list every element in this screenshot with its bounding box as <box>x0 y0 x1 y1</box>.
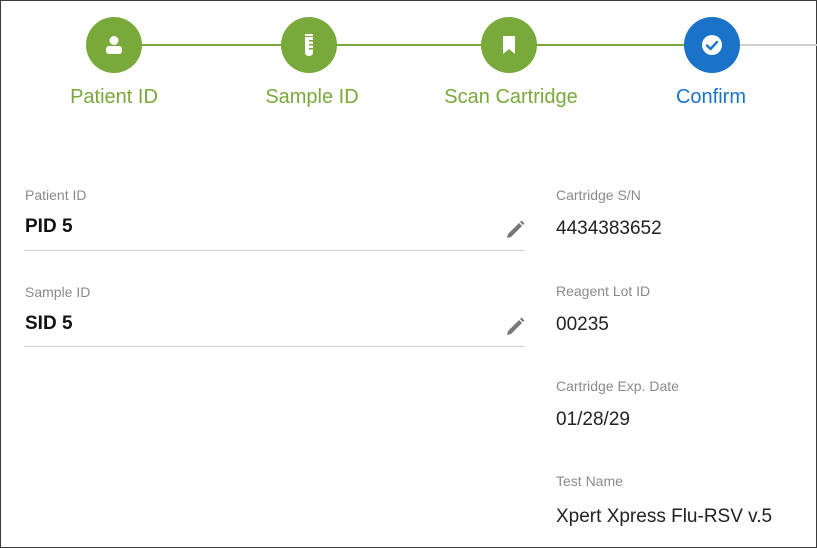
exp-date-label: Cartridge Exp. Date <box>556 378 679 394</box>
sample-id-value[interactable]: SID 5 <box>25 313 73 335</box>
reagent-lot-value: 00235 <box>556 314 609 335</box>
sample-id-underline <box>25 346 525 347</box>
cartridge-sn-label: Cartridge S/N <box>556 187 641 203</box>
step-connector-2 <box>337 44 481 46</box>
step-connector-4 <box>740 44 817 46</box>
test-name-label: Test Name <box>556 473 623 489</box>
reagent-lot-label: Reagent Lot ID <box>556 283 651 299</box>
edit-sample-id-pencil-icon[interactable] <box>504 316 526 338</box>
step-scan-cartridge[interactable] <box>481 17 537 73</box>
step-sample-id[interactable] <box>281 17 337 73</box>
check-icon <box>700 33 724 57</box>
step-label-sample-id: Sample ID <box>265 86 359 108</box>
step-label-patient-id: Patient ID <box>70 86 158 108</box>
edit-patient-id-pencil-icon[interactable] <box>504 219 526 241</box>
step-connector-1 <box>142 44 281 46</box>
cartridge-icon <box>499 34 519 56</box>
cartridge-sn-value: 4434383652 <box>556 218 662 239</box>
exp-date-value: 01/28/29 <box>556 409 630 430</box>
patient-id-label: Patient ID <box>25 187 87 203</box>
step-label-scan-cartridge: Scan Cartridge <box>444 86 578 108</box>
progress-stepper: Patient ID Sample ID Scan Cartridge Conf… <box>0 0 817 130</box>
test-name-value: Xpert Xpress Flu-RSV v.5 <box>556 506 773 527</box>
person-icon <box>103 34 125 56</box>
sample-tube-icon <box>298 33 320 57</box>
patient-id-underline <box>25 250 525 251</box>
step-confirm[interactable] <box>684 17 740 73</box>
patient-id-value[interactable]: PID 5 <box>25 216 73 238</box>
sample-id-label: Sample ID <box>25 284 91 300</box>
step-patient-id[interactable] <box>86 17 142 73</box>
step-label-confirm: Confirm <box>675 86 747 108</box>
step-connector-3 <box>537 44 684 46</box>
